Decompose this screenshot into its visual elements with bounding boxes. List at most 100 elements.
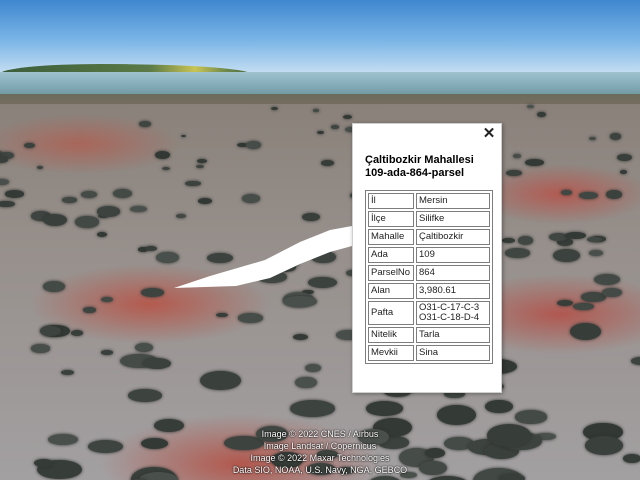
attribution-line: Image Landsat / Copernicus [263, 441, 377, 451]
shrub [588, 136, 596, 140]
table-row: Ada 109 [368, 247, 490, 263]
shrub [426, 476, 469, 480]
shrub [198, 198, 212, 205]
shrub [74, 216, 99, 228]
attr-value: Sina [416, 345, 490, 361]
attr-value: 3,980.61 [416, 283, 490, 299]
shrub [0, 200, 15, 208]
shrub [200, 370, 242, 390]
attr-value-line: O31-C-18-D-4 [419, 312, 480, 323]
shrub [70, 329, 84, 336]
shrub [138, 121, 152, 128]
shrub [185, 180, 201, 187]
shrub [101, 297, 113, 303]
shrub [81, 191, 97, 198]
shrub [630, 356, 640, 365]
shrub [62, 197, 78, 203]
table-row: İlçe Silifke [368, 211, 490, 227]
shrub [616, 154, 632, 162]
shrub [316, 130, 324, 134]
shrub [331, 125, 339, 129]
attr-key: Mahalle [368, 229, 414, 245]
shrub [561, 190, 572, 196]
shrub [609, 133, 622, 140]
parcel-info-popup: ✕ Çaltibozkir Mahallesi 109-ada-864-pars… [352, 123, 502, 393]
shrub [342, 114, 352, 119]
table-row: Nitelik Tarla [368, 327, 490, 343]
shrub [241, 194, 261, 204]
attr-key: Alan [368, 283, 414, 299]
shrub [154, 151, 170, 160]
attr-key: Mevkii [368, 345, 414, 361]
shrub [556, 300, 573, 307]
map-viewport[interactable] [0, 0, 640, 480]
shrub [313, 109, 319, 112]
shrub [96, 231, 108, 237]
shrub [161, 166, 171, 170]
attr-key: Nitelik [368, 327, 414, 343]
shrub [176, 213, 187, 218]
shrub [83, 307, 96, 313]
shrub [141, 288, 165, 298]
shrub [135, 342, 153, 353]
shrub [579, 191, 598, 200]
attr-key: ParselNo [368, 265, 414, 281]
attr-value: Silifke [416, 211, 490, 227]
shrub [42, 281, 65, 292]
shrub [301, 212, 321, 222]
shrub [196, 159, 207, 164]
shrub [4, 190, 25, 198]
shrub [564, 231, 587, 240]
table-row: Pafta O31-C-17-C-3 O31-C-18-D-4 [368, 301, 490, 325]
shrub [366, 401, 403, 416]
shrub [127, 389, 162, 403]
shrub [588, 249, 603, 256]
shrub [569, 323, 601, 341]
attr-value: 109 [416, 247, 490, 263]
highlighted-parcel[interactable] [170, 222, 370, 292]
shrub [0, 179, 9, 186]
shrub [246, 141, 261, 149]
shrub [526, 104, 534, 108]
shrub [40, 325, 61, 336]
attr-value: Mersin [416, 193, 490, 209]
table-row: Alan 3,980.61 [368, 283, 490, 299]
shrub [145, 246, 158, 252]
shrub [30, 344, 51, 353]
attr-key: Ada [368, 247, 414, 263]
popup-title-neighborhood: Çaltibozkir Mahallesi [365, 154, 474, 166]
attribution-line: Image © 2022 Maxar Technologies [250, 453, 390, 463]
shrub [196, 164, 204, 169]
attr-value: Çaltibozkir [416, 229, 490, 245]
shrub [587, 236, 603, 243]
shrub [536, 111, 546, 117]
shrub [485, 399, 514, 414]
attribution-line: Image © 2022 CNES / Airbus [261, 429, 379, 439]
shrub [517, 236, 533, 245]
table-row: ParselNo 864 [368, 265, 490, 281]
shrub [513, 154, 521, 159]
shrub [271, 106, 279, 111]
shrub [620, 170, 628, 174]
shrub [180, 135, 187, 138]
shrub [514, 410, 548, 424]
attr-key: İlçe [368, 211, 414, 227]
shrub [130, 205, 148, 212]
shrub [525, 158, 544, 166]
shrub [552, 249, 580, 263]
attr-key: Pafta [368, 301, 414, 325]
attr-value: 864 [416, 265, 490, 281]
shrub [215, 312, 228, 318]
shrub [367, 476, 402, 480]
shrub [321, 159, 334, 166]
shrub [593, 273, 620, 285]
terrain [0, 104, 640, 480]
shrub [505, 248, 530, 258]
shrub [295, 376, 317, 389]
attr-key: İl [368, 193, 414, 209]
shrub [506, 169, 522, 177]
shrub [602, 287, 623, 297]
popup-title: Çaltibozkir Mahallesi 109-ada-864-parsel [365, 154, 495, 180]
attr-value: O31-C-17-C-3 O31-C-18-D-4 [416, 301, 490, 325]
close-icon[interactable]: ✕ [481, 126, 497, 142]
